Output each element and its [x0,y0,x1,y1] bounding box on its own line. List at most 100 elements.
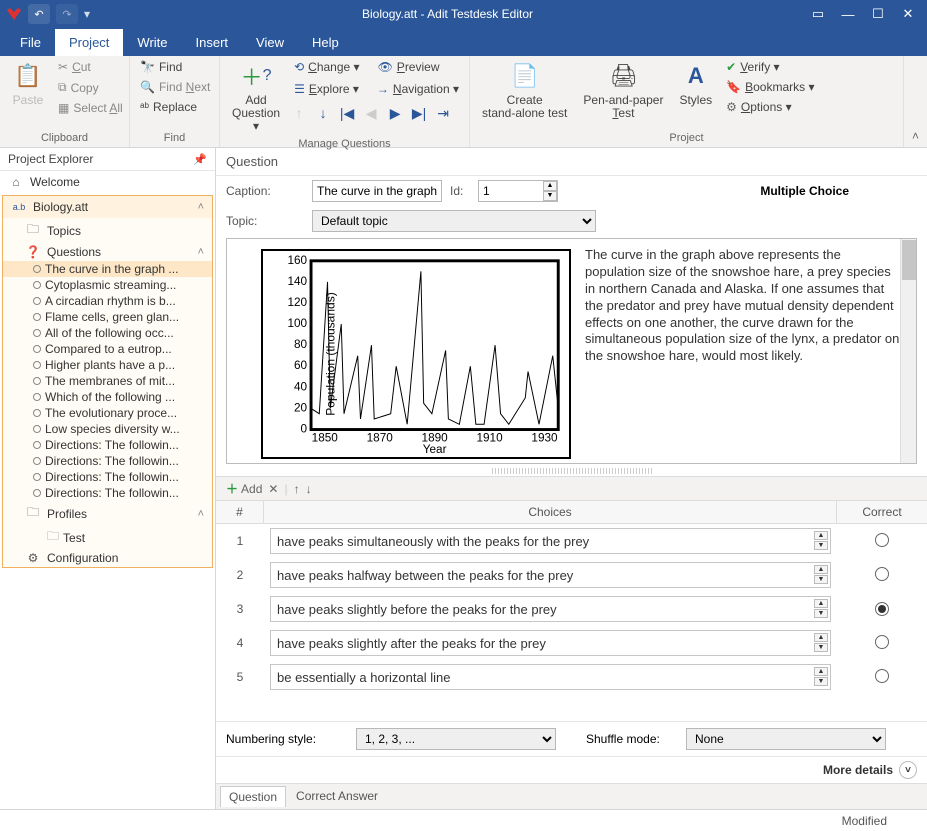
welcome-item[interactable]: ⌂Welcome [0,171,215,193]
undo-button[interactable]: ↶ [28,4,50,24]
bottom-tab-correct[interactable]: Correct Answer [288,786,386,807]
spin-down[interactable]: ▼ [814,575,828,584]
spin-up[interactable]: ▲ [814,565,828,574]
topic-select[interactable]: Default topic [312,210,596,232]
choice-input[interactable]: be essentially a horizontal line▲▼ [270,664,831,690]
spin-down[interactable]: ▼ [814,643,828,652]
choice-input[interactable]: have peaks slightly after the peaks for … [270,630,831,656]
nav-prev-icon[interactable]: ◀ [362,104,380,122]
tree-question-item[interactable]: Directions: The followin... [3,453,212,469]
tab-file[interactable]: File [6,29,55,56]
spin-down[interactable]: ▼ [814,541,828,550]
tab-view[interactable]: View [242,29,298,56]
choice-input[interactable]: have peaks simultaneously with the peaks… [270,528,831,554]
spin-up[interactable]: ▲ [814,633,828,642]
copy-button[interactable]: ⧉Copy [54,78,127,97]
tree-question-item[interactable]: All of the following occ... [3,325,212,341]
tree-question-item[interactable]: Low species diversity w... [3,421,212,437]
standalone-test-button[interactable]: 📄 Createstand-alone test [476,58,573,122]
move-up-button[interactable]: ↑ [294,482,300,496]
styles-button[interactable]: A Styles [673,58,718,109]
replace-button[interactable]: ᵃᵇReplace [136,98,214,116]
id-spin-up[interactable]: ▲ [543,181,557,191]
profile-test[interactable]: 🗀Test [3,526,212,549]
project-file-item[interactable]: a.bBiology.att˄ [3,196,212,218]
shuffle-select[interactable]: None [686,728,886,750]
spin-up[interactable]: ▲ [814,667,828,676]
more-details-button[interactable]: More details˅ [823,761,917,779]
correct-radio[interactable] [875,669,889,683]
preview-scrollbar[interactable] [900,239,916,463]
navigation-button[interactable]: →Navigation ▾ [373,80,463,98]
collapse-icon[interactable]: ˄ [198,246,204,258]
correct-radio[interactable] [875,533,889,547]
correct-radio[interactable] [875,567,889,581]
delete-choice-button[interactable]: ✕ [268,482,278,496]
tree-question-item[interactable]: Cytoplasmic streaming... [3,277,212,293]
choice-input[interactable]: have peaks halfway between the peaks for… [270,562,831,588]
nav-last-icon[interactable]: ▶| [410,104,428,122]
pin-icon[interactable]: 📌 [193,153,207,166]
tree-question-item[interactable]: Directions: The followin... [3,485,212,501]
preview-button[interactable]: 👁Preview [374,58,444,76]
spin-down[interactable]: ▼ [814,677,828,686]
collapse-icon[interactable]: ˄ [198,201,204,213]
profiles-node[interactable]: 🗀Profiles˄ [3,501,212,526]
nav-next-icon[interactable]: ▶ [386,104,404,122]
close-button[interactable]: ✕ [895,3,921,25]
cut-button[interactable]: ✂Cut [54,58,127,76]
id-spin-down[interactable]: ▼ [543,191,557,201]
maximize-button[interactable]: ☐ [865,3,891,25]
caption-input[interactable] [312,180,442,202]
choice-input[interactable]: have peaks slightly before the peaks for… [270,596,831,622]
tab-insert[interactable]: Insert [182,29,243,56]
paste-button[interactable]: 📋 Paste [6,58,50,109]
nav-first-icon[interactable]: |◀ [338,104,356,122]
tree-question-item[interactable]: Higher plants have a p... [3,357,212,373]
nav-down-icon[interactable]: ↓ [314,104,332,122]
spin-up[interactable]: ▲ [814,599,828,608]
redo-button[interactable]: ↷ [56,4,78,24]
bookmarks-button[interactable]: 🔖Bookmarks ▾ [722,78,818,96]
tree-question-item[interactable]: The membranes of mit... [3,373,212,389]
tree-question-item[interactable]: The curve in the graph ... [3,261,212,277]
questions-node[interactable]: ❓Questions˄ [3,243,212,261]
tab-write[interactable]: Write [123,29,181,56]
collapse-icon[interactable]: ˄ [198,508,204,520]
configuration-node[interactable]: ⚙Configuration [3,549,212,567]
tree-question-item[interactable]: Which of the following ... [3,389,212,405]
tab-project[interactable]: Project [55,29,123,56]
tree-question-item[interactable]: Directions: The followin... [3,437,212,453]
qat-dropdown[interactable]: ▾ [84,7,90,21]
spin-down[interactable]: ▼ [814,609,828,618]
tree-question-item[interactable]: Directions: The followin... [3,469,212,485]
minimize-button[interactable]: — [835,3,861,25]
splitter[interactable] [492,468,652,474]
verify-button[interactable]: ✔Verify ▾ [722,58,818,76]
move-down-button[interactable]: ↓ [306,482,312,496]
select-all-button[interactable]: ▦Select All [54,99,127,117]
pen-paper-test-button[interactable]: 🖨 Pen-and-paperTest [577,58,669,122]
ribbon-collapse[interactable]: ˄ [904,125,927,147]
find-next-button[interactable]: 🔍Find Next [136,78,214,96]
nav-up-icon[interactable]: ↑ [290,104,308,122]
correct-radio[interactable] [875,602,889,616]
tree-question-item[interactable]: Compared to a eutrop... [3,341,212,357]
options-button[interactable]: ⚙Options ▾ [722,98,818,116]
tree-question-item[interactable]: A circadian rhythm is b... [3,293,212,309]
explore-button[interactable]: ☰Explore ▾ [290,80,363,98]
numbering-select[interactable]: 1, 2, 3, ... [356,728,556,750]
find-button[interactable]: 🔭Find [136,58,214,76]
ribbon-options-button[interactable]: ▭ [805,3,831,25]
tree-question-item[interactable]: The evolutionary proce... [3,405,212,421]
tab-help[interactable]: Help [298,29,353,56]
tree-question-item[interactable]: Flame cells, green glan... [3,309,212,325]
topics-node[interactable]: 🗀Topics [3,218,212,243]
nav-goto-icon[interactable]: ⇥ [434,104,452,122]
spin-up[interactable]: ▲ [814,531,828,540]
bottom-tab-question[interactable]: Question [220,786,286,807]
correct-radio[interactable] [875,635,889,649]
add-question-button[interactable]: ＋? AddQuestion ▾ [226,58,286,136]
change-button[interactable]: ⟲Change ▾ [290,58,363,76]
add-choice-button[interactable]: ＋Add [226,480,262,497]
